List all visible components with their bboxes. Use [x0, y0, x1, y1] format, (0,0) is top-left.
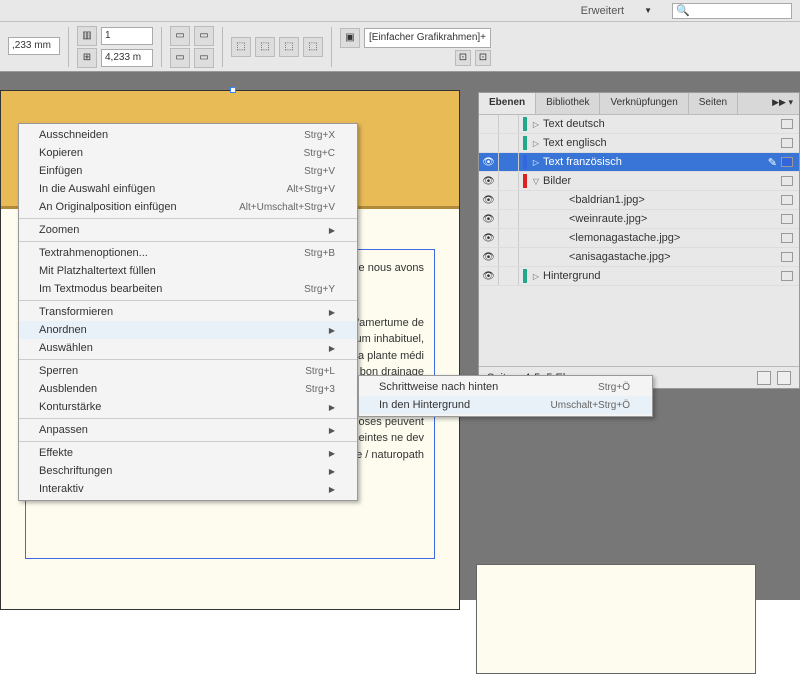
layer-row[interactable]: ▷Text deutsch [479, 115, 799, 134]
layer-name-label: <weinraute.jpg> [553, 213, 781, 225]
align-bot-icon[interactable]: ⬚ [279, 37, 299, 57]
menu-item[interactable]: SperrenStrg+L [19, 362, 357, 380]
layer-row[interactable]: 👁 <lemonagastache.jpg> [479, 229, 799, 248]
new-layer-icon[interactable] [757, 371, 771, 385]
visibility-icon[interactable]: 👁 [479, 191, 499, 209]
layer-row[interactable]: 👁 <weinraute.jpg> [479, 210, 799, 229]
menu-item[interactable]: An Originalposition einfügenAlt+Umschalt… [19, 198, 357, 216]
layer-name-label: Bilder [541, 175, 781, 187]
layers-panel: EbenenBibliothekVerknüpfungenSeiten▶▶ ▾ … [478, 92, 800, 389]
menu-item[interactable]: Mit Platzhaltertext füllen [19, 262, 357, 280]
gutter-icon[interactable]: ⊞ [77, 48, 97, 68]
menu-item[interactable]: Textrahmenoptionen...Strg+B [19, 244, 357, 262]
submenu-item[interactable]: Schrittweise nach hintenStrg+Ö [359, 378, 652, 396]
panel-collapse-icon[interactable]: ▶▶ ▾ [766, 93, 799, 114]
visibility-icon[interactable]: 👁 [479, 153, 499, 171]
menu-item[interactable]: Beschriftungen [19, 462, 357, 480]
layer-row[interactable]: ▷Text englisch [479, 134, 799, 153]
panel-tab[interactable]: Verknüpfungen [600, 93, 688, 114]
x-position-input[interactable] [8, 37, 60, 55]
layer-name-label: <baldrian1.jpg> [553, 194, 781, 206]
menu-item[interactable]: KopierenStrg+C [19, 144, 357, 162]
visibility-icon[interactable]: 👁 [479, 172, 499, 190]
menu-item[interactable]: Transformieren [19, 303, 357, 321]
layer-name-label: <lemonagastache.jpg> [553, 232, 781, 244]
context-menu: AusschneidenStrg+XKopierenStrg+CEinfügen… [18, 123, 358, 501]
panel-tabs: EbenenBibliothekVerknüpfungenSeiten ▶▶ ▾ [479, 93, 799, 115]
adjacent-page [476, 564, 756, 674]
menu-item[interactable]: Zoomen [19, 221, 357, 239]
layer-row[interactable]: 👁▷Text französisch✎ [479, 153, 799, 172]
visibility-icon[interactable]: 👁 [479, 210, 499, 228]
arrange-submenu: Schrittweise nach hintenStrg+ÖIn den Hin… [358, 375, 653, 417]
align-just-icon[interactable]: ⬚ [303, 37, 323, 57]
layer-row[interactable]: 👁▷Hintergrund [479, 267, 799, 286]
panel-tab[interactable]: Bibliothek [536, 93, 600, 114]
inset-top-icon[interactable]: ▭ [170, 26, 190, 46]
workspace-mode-label[interactable]: Erweitert [581, 5, 624, 17]
menu-item[interactable]: Auswählen [19, 339, 357, 357]
effects-icon[interactable]: ▣ [340, 28, 360, 48]
layer-name-label: Text englisch [541, 137, 781, 149]
quick-apply-icon[interactable]: ⊡ [455, 50, 471, 66]
menu-item[interactable]: Effekte [19, 444, 357, 462]
columns-icon[interactable]: ▥ [77, 26, 97, 46]
inset-bottom-icon[interactable]: ▭ [170, 48, 190, 68]
columns-input[interactable] [101, 27, 153, 45]
visibility-icon[interactable]: 👁 [479, 248, 499, 266]
visibility-icon[interactable] [479, 134, 499, 152]
menu-item[interactable]: AusschneidenStrg+X [19, 126, 357, 144]
help-search-input[interactable]: 🔍 [672, 3, 792, 19]
menu-item[interactable]: EinfügenStrg+V [19, 162, 357, 180]
layer-row[interactable]: 👁 <anisagastache.jpg> [479, 248, 799, 267]
layer-name-label: Hintergrund [541, 270, 781, 282]
layer-name-label: Text französisch [541, 156, 768, 168]
panel-tab[interactable]: Ebenen [479, 93, 536, 114]
app-topbar: Erweitert ▼ 🔍 [0, 0, 800, 22]
align-top-icon[interactable]: ⬚ [231, 37, 251, 57]
layer-list: ▷Text deutsch▷Text englisch👁▷Text franzö… [479, 115, 799, 286]
new-style-icon[interactable]: ⊡ [475, 50, 491, 66]
menu-item[interactable]: In die Auswahl einfügenAlt+Strg+V [19, 180, 357, 198]
gutter-input[interactable] [101, 49, 153, 67]
menu-item[interactable]: AusblendenStrg+3 [19, 380, 357, 398]
menu-item[interactable]: Konturstärke [19, 398, 357, 416]
submenu-item[interactable]: In den HintergrundUmschalt+Strg+Ö [359, 396, 652, 414]
layer-name-label: <anisagastache.jpg> [553, 251, 781, 263]
workspace-mode-dropdown-icon[interactable]: ▼ [644, 6, 652, 15]
menu-item[interactable]: Anpassen [19, 421, 357, 439]
inset-right-icon[interactable]: ▭ [194, 48, 214, 68]
menu-item[interactable]: Anordnen [19, 321, 357, 339]
layer-row[interactable]: 👁▽Bilder [479, 172, 799, 191]
menu-item[interactable]: Interaktiv [19, 480, 357, 498]
menu-item[interactable]: Im Textmodus bearbeitenStrg+Y [19, 280, 357, 298]
panel-tab[interactable]: Seiten [689, 93, 738, 114]
delete-layer-icon[interactable] [777, 371, 791, 385]
layer-row[interactable]: 👁 <baldrian1.jpg> [479, 191, 799, 210]
visibility-icon[interactable]: 👁 [479, 267, 499, 285]
inset-left-icon[interactable]: ▭ [194, 26, 214, 46]
layer-name-label: Text deutsch [541, 118, 781, 130]
search-icon: 🔍 [676, 4, 690, 17]
object-style-dropdown[interactable]: [Einfacher Grafikrahmen]+ [364, 28, 491, 48]
pen-icon: ✎ [768, 156, 777, 169]
visibility-icon[interactable]: 👁 [479, 229, 499, 247]
align-mid-icon[interactable]: ⬚ [255, 37, 275, 57]
visibility-icon[interactable] [479, 115, 499, 133]
control-toolbar: ▥ ⊞ ▭▭ ▭▭ ⬚⬚⬚⬚ ▣[Einfacher Grafikrahmen]… [0, 22, 800, 72]
